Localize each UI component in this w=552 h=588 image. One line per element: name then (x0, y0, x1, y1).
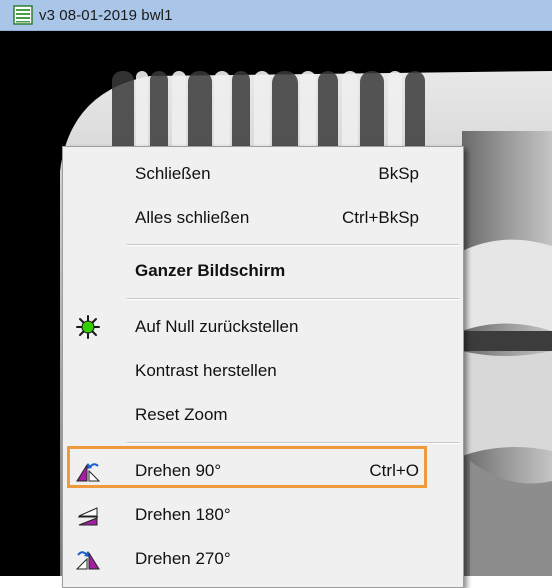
menu-item-close[interactable]: Schließen BkSp (63, 152, 463, 196)
menu-item-shortcut: BkSp (378, 164, 419, 183)
menu-item-shortcut: Ctrl+O (369, 461, 419, 480)
menu-item-full-screen[interactable]: Ganzer Bildschirm (63, 249, 463, 293)
rotate-270-icon (75, 547, 101, 571)
menu-item-contrast[interactable]: Kontrast herstellen (63, 349, 463, 393)
menu-item-shortcut: Ctrl+BkSp (342, 208, 419, 227)
menu-separator (127, 244, 459, 246)
menu-separator (127, 442, 459, 444)
menu-item-label: Kontrast herstellen (135, 361, 277, 380)
menu-item-label: Alles schließen (135, 208, 250, 227)
context-menu: Schließen BkSp Alles schließen Ctrl+BkSp… (62, 146, 464, 588)
menu-separator (127, 298, 459, 300)
window-title-bar[interactable]: v3 08-01-2019 bwl1 (0, 0, 552, 31)
menu-item-label: Drehen 270° (135, 549, 231, 568)
menu-item-label: Reset Zoom (135, 405, 228, 424)
menu-item-close-all[interactable]: Alles schließen Ctrl+BkSp (63, 196, 463, 240)
menu-item-label: Drehen 90° (135, 461, 222, 480)
menu-item-reset-to-zero[interactable]: Auf Null zurückstellen (63, 305, 463, 349)
rotate-180-icon (75, 503, 101, 527)
reset-star-icon (75, 315, 101, 339)
menu-item-label: Ganzer Bildschirm (135, 261, 286, 280)
menu-item-label: Auf Null zurückstellen (135, 317, 299, 336)
menu-item-rotate-270[interactable]: Drehen 270° (63, 537, 463, 581)
document-list-icon (13, 5, 33, 25)
menu-item-rotate-180[interactable]: Drehen 180° (63, 493, 463, 537)
menu-item-label: Schließen (135, 164, 211, 183)
menu-item-reset-zoom[interactable]: Reset Zoom (63, 393, 463, 437)
menu-item-rotate-90[interactable]: Drehen 90° Ctrl+O (63, 449, 463, 493)
rotate-90-icon (75, 459, 101, 483)
menu-item-label: Drehen 180° (135, 505, 231, 524)
window-title: v3 08-01-2019 bwl1 (39, 6, 173, 24)
